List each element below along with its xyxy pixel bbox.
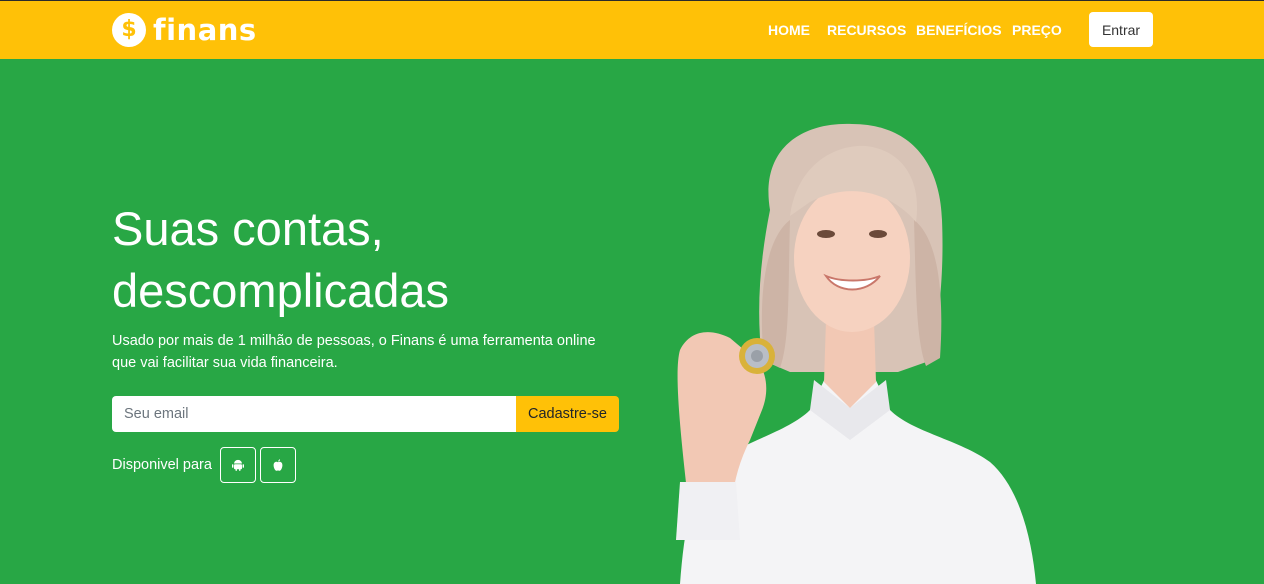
- nav-beneficios[interactable]: BENEFÍCIOS: [916, 22, 1002, 38]
- apple-icon: [273, 459, 283, 471]
- hero-title: Suas contas, descomplicadas: [112, 198, 449, 322]
- brand-logo[interactable]: $ finans: [112, 13, 257, 47]
- navbar: $ finans HOME RECURSOS BENEFÍCIOS PREÇO …: [0, 1, 1264, 59]
- signup-button[interactable]: Cadastre-se: [516, 396, 619, 432]
- available-label: Disponivel para: [112, 457, 212, 473]
- hero-title-line1: Suas contas,: [112, 202, 384, 255]
- login-button[interactable]: Entrar: [1089, 12, 1153, 47]
- nav-home[interactable]: HOME: [768, 22, 810, 38]
- email-input[interactable]: [112, 396, 516, 432]
- signup-form: Cadastre-se: [112, 396, 619, 432]
- android-store-button[interactable]: [219, 447, 256, 483]
- brand-name: finans: [153, 13, 257, 47]
- hero-woman-image: [676, 123, 1036, 584]
- available-platforms: Disponivel para: [112, 447, 296, 483]
- hero-subtitle: Usado por mais de 1 milhão de pessoas, o…: [112, 333, 596, 371]
- nav-preco[interactable]: PREÇO: [1012, 22, 1062, 38]
- dollar-coin-icon: $: [112, 13, 146, 47]
- hero-title-line2: descomplicadas: [112, 264, 450, 317]
- dollar-symbol: $: [121, 17, 137, 42]
- apple-store-button[interactable]: [259, 447, 296, 483]
- android-icon: [231, 459, 244, 471]
- nav-recursos[interactable]: RECURSOS: [827, 22, 906, 38]
